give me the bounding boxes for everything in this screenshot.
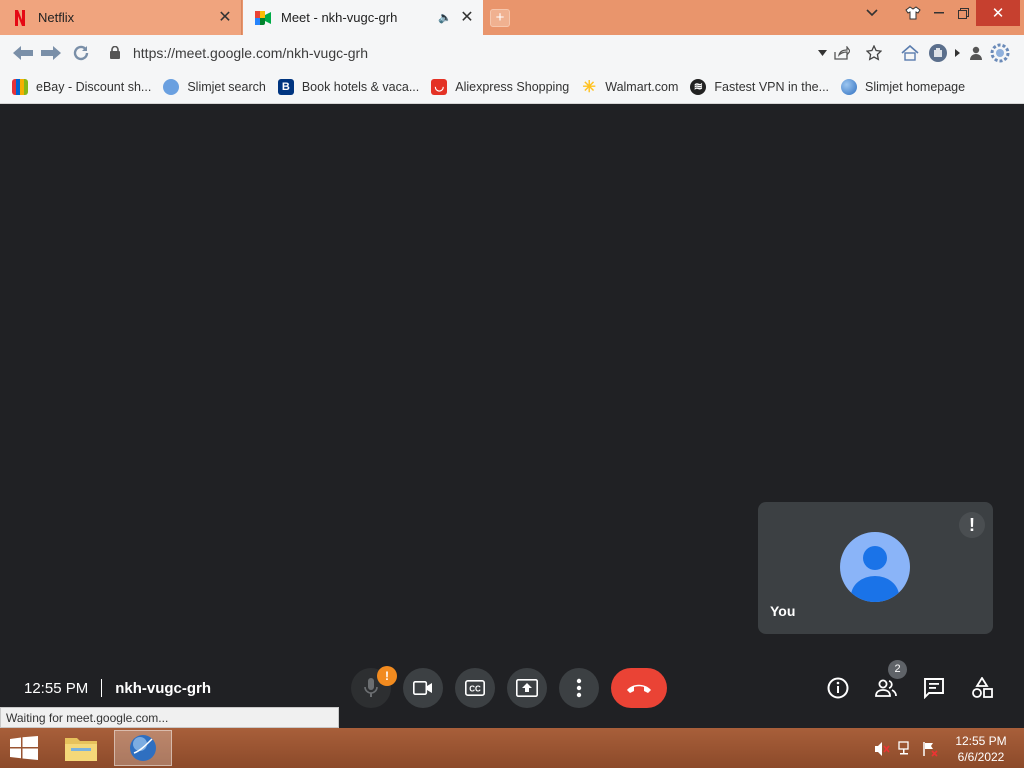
bookmarks-bar: eBay - Discount sh... Slimjet search B B… xyxy=(0,70,1024,104)
more-arrow-icon[interactable] xyxy=(952,43,962,63)
new-tab-button[interactable]: + xyxy=(490,9,510,27)
share-icon[interactable] xyxy=(832,43,852,63)
close-tab-icon[interactable]: ✕ xyxy=(459,9,475,26)
meeting-details: 12:55 PM nkh-vugc-grh xyxy=(24,679,211,697)
mic-warning-badge[interactable]: ! xyxy=(377,666,397,686)
bookmark-star-icon[interactable] xyxy=(864,43,884,63)
people-button[interactable] xyxy=(874,676,898,700)
aliexpress-icon: ◡ xyxy=(431,78,448,95)
windows-logo-icon xyxy=(10,736,38,760)
globe-icon xyxy=(841,78,858,95)
bookmark-label: Walmart.com xyxy=(605,79,679,94)
bookmark-booking[interactable]: B Book hotels & vaca... xyxy=(277,78,420,95)
chat-icon xyxy=(924,678,944,699)
reload-icon[interactable] xyxy=(70,42,92,64)
settings-gear-icon[interactable] xyxy=(990,43,1010,63)
close-window-button[interactable]: ✕ xyxy=(976,0,1020,26)
netflix-icon xyxy=(12,9,28,26)
people-icon xyxy=(875,679,897,697)
folder-icon xyxy=(65,738,97,761)
present-screen-icon xyxy=(516,679,538,697)
network-icon[interactable] xyxy=(898,741,914,757)
vpn-icon: ≋ xyxy=(690,78,707,95)
divider xyxy=(101,679,103,697)
volume-muted-icon[interactable] xyxy=(874,741,890,757)
booking-icon: B xyxy=(277,78,294,95)
bookmark-label: Slimjet search xyxy=(187,79,266,94)
info-icon xyxy=(827,677,849,699)
bookmark-label: Book hotels & vaca... xyxy=(301,79,420,94)
bookmark-label: eBay - Discount sh... xyxy=(36,79,152,94)
ebay-icon xyxy=(12,78,28,95)
present-screen-button[interactable] xyxy=(507,668,547,708)
walmart-icon: ✳ xyxy=(582,78,596,96)
back-arrow-icon[interactable] xyxy=(12,42,34,64)
bookmark-label: Slimjet homepage xyxy=(865,79,966,94)
bookmark-aliexpress[interactable]: ◡ Aliexpress Shopping xyxy=(431,78,570,95)
alert-icon[interactable]: ! xyxy=(959,512,985,538)
dropdown-arrow-icon[interactable] xyxy=(812,43,832,63)
home-icon[interactable] xyxy=(900,43,920,63)
participant-count-badge: 2 xyxy=(888,660,907,679)
clock-time: 12:55 PM xyxy=(955,734,1007,748)
self-tile-label: You xyxy=(770,603,796,619)
minimize-button[interactable] xyxy=(926,0,952,26)
file-explorer-taskbar-button[interactable] xyxy=(52,730,110,766)
tab-list-chevron-icon[interactable] xyxy=(862,0,882,26)
bookmark-slimjet-search[interactable]: Slimjet search xyxy=(163,78,266,95)
globe-icon xyxy=(130,735,156,761)
avatar xyxy=(840,532,910,602)
hang-up-icon xyxy=(627,684,651,693)
profile-icon[interactable] xyxy=(966,43,986,63)
status-bar: Waiting for meet.google.com... xyxy=(0,707,339,728)
camera-icon xyxy=(413,681,432,695)
meeting-info-button[interactable] xyxy=(826,676,850,700)
address-bar[interactable]: https://meet.google.com/nkh-vugc-grh xyxy=(133,45,368,61)
close-tab-icon[interactable]: ✕ xyxy=(217,9,233,26)
microphone-icon xyxy=(364,678,378,697)
bookmark-walmart[interactable]: ✳ Walmart.com xyxy=(581,78,679,96)
tab-netflix[interactable]: Netflix ✕ xyxy=(0,0,242,35)
action-center-flag-icon[interactable] xyxy=(922,741,938,757)
more-vert-icon xyxy=(576,678,582,698)
camera-button[interactable] xyxy=(403,668,443,708)
slimjet-taskbar-button[interactable] xyxy=(114,730,172,766)
meeting-code: nkh-vugc-grh xyxy=(115,679,212,697)
leave-call-button[interactable] xyxy=(611,668,667,708)
system-clock[interactable]: 12:55 PM 6/6/2022 xyxy=(945,733,1017,765)
windows-taskbar: 12:55 PM 6/6/2022 xyxy=(0,728,1024,768)
bookmark-label: Fastest VPN in the... xyxy=(714,79,830,94)
tab-title: Netflix xyxy=(38,10,75,25)
chat-button[interactable] xyxy=(922,676,946,700)
captions-button[interactable]: CC xyxy=(455,668,495,708)
bookmark-label: Aliexpress Shopping xyxy=(455,79,570,94)
speaker-icon[interactable]: 🔈 xyxy=(437,11,453,24)
slimjet-icon xyxy=(163,78,180,95)
tab-title: Meet - nkh-vugc-grh xyxy=(281,10,398,25)
skin-shirt-icon[interactable] xyxy=(902,0,924,26)
self-video-tile[interactable]: You ! xyxy=(758,502,993,634)
google-meet-icon xyxy=(255,10,271,26)
bookmark-ebay[interactable]: eBay - Discount sh... xyxy=(12,78,152,95)
forward-arrow-icon[interactable] xyxy=(40,42,62,64)
tab-meet[interactable]: Meet - nkh-vugc-grh 🔈 ✕ xyxy=(243,0,483,35)
lock-icon[interactable] xyxy=(110,45,120,64)
bookmark-vpn[interactable]: ≋ Fastest VPN in the... xyxy=(690,78,830,95)
svg-text:CC: CC xyxy=(469,685,481,694)
restore-button[interactable] xyxy=(952,0,974,26)
windows-start-button[interactable] xyxy=(10,736,38,760)
bookmark-slimjet-homepage[interactable]: Slimjet homepage xyxy=(841,78,966,95)
captions-icon: CC xyxy=(465,680,485,696)
activities-button[interactable] xyxy=(970,676,994,700)
clock-date: 6/6/2022 xyxy=(957,750,1005,764)
activities-shapes-icon xyxy=(972,677,993,698)
navigation-toolbar: https://meet.google.com/nkh-vugc-grh xyxy=(0,35,1024,70)
more-options-button[interactable] xyxy=(559,668,599,708)
meeting-time: 12:55 PM xyxy=(24,679,89,697)
adblock-hand-icon[interactable] xyxy=(928,43,948,63)
tab-bar: Netflix ✕ Meet - nkh-vugc-grh 🔈 ✕ + ✕ xyxy=(0,0,1024,35)
meeting-stage: You ! 12:55 PM nkh-vugc-grh ! CC 2 xyxy=(0,105,1024,728)
